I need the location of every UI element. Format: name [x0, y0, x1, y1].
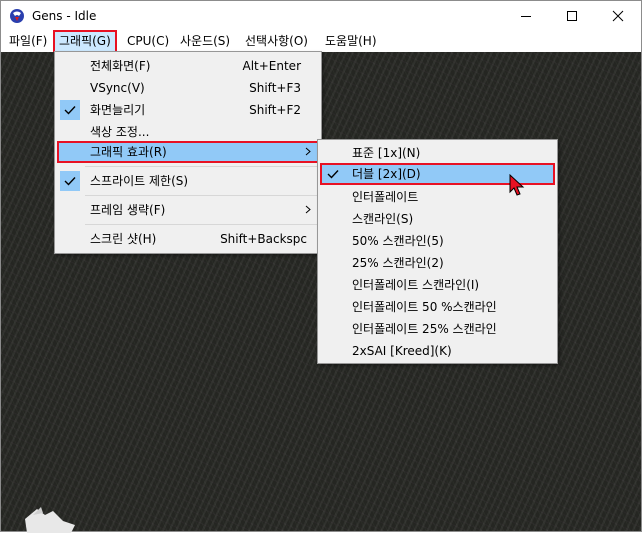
- menu-item-label: 스캔라인(S): [352, 212, 414, 226]
- menu-item-label: 인터폴레이트: [352, 190, 419, 204]
- menu-item-label: 표준 [1x](N): [352, 146, 421, 160]
- menu-item-shortcut: Alt+Enter: [242, 59, 301, 73]
- menu-item-label: 인터폴레이트 50 %스캔라인: [352, 300, 497, 314]
- menu-item-scanline-50[interactable]: 50% 스캔라인(5): [320, 230, 555, 252]
- menu-separator: [85, 166, 317, 167]
- menu-options[interactable]: 선택사항(O): [241, 32, 312, 51]
- menu-graphics[interactable]: 그래픽(G): [53, 30, 117, 53]
- menu-item-label: VSync(V): [90, 81, 145, 95]
- menu-item-label: 스크린 샷(H): [90, 232, 157, 246]
- menu-sound[interactable]: 사운드(S): [176, 32, 234, 51]
- menu-item-2xsai-kreed[interactable]: 2xSAI [Kreed](K): [320, 340, 555, 362]
- menu-item-interpolate-scanline[interactable]: 인터폴레이트 스캔라인(I): [320, 274, 555, 296]
- checkmark-icon: [64, 106, 76, 115]
- maximize-icon: [567, 11, 577, 21]
- menu-item-label: 인터폴레이트 25% 스캔라인: [352, 322, 497, 336]
- menu-item-label: 프레임 생략(F): [90, 203, 166, 217]
- gens-window: Gens - Idle 파일(F) 그래픽(G) CPU(C) 사운드(S) 선…: [0, 0, 642, 533]
- menu-item-label: 50% 스캔라인(5): [352, 234, 444, 248]
- menu-cpu[interactable]: CPU(C): [123, 32, 173, 51]
- menu-item-interpolate-scanline-25[interactable]: 인터폴레이트 25% 스캔라인: [320, 318, 555, 340]
- menu-item-shortcut: Shift+F2: [249, 103, 301, 117]
- title-bar[interactable]: Gens - Idle: [1, 1, 641, 31]
- menu-item-fullscreen[interactable]: 전체화면(F) Alt+Enter: [57, 55, 319, 77]
- graphic-effects-submenu: 표준 [1x](N) 더블 [2x](D) 인터폴레이트 스캔라인(S) 50%…: [317, 139, 558, 364]
- menu-item-label: 인터폴레이트 스캔라인(I): [352, 278, 480, 292]
- menu-item-graphic-effects[interactable]: 그래픽 효과(R): [57, 141, 319, 163]
- menu-help[interactable]: 도움말(H): [321, 32, 381, 51]
- chevron-right-icon: [305, 205, 311, 214]
- checkmark-icon: [64, 177, 76, 186]
- menu-item-label: 스프라이트 제한(S): [90, 174, 189, 188]
- menu-item-label: 2xSAI [Kreed](K): [352, 344, 452, 358]
- gens-app-icon: [10, 9, 24, 23]
- checkmark-icon: [327, 170, 339, 179]
- menu-item-label: 전체화면(F): [90, 59, 151, 73]
- window-title: Gens - Idle: [32, 9, 97, 23]
- menu-item-sprite-limit[interactable]: 스프라이트 제한(S): [57, 170, 319, 192]
- menu-item-scanline-25[interactable]: 25% 스캔라인(2): [320, 252, 555, 274]
- menu-item-frame-skip[interactable]: 프레임 생략(F): [57, 199, 319, 221]
- maximize-button[interactable]: [549, 1, 595, 31]
- screen-sprite-fragment: [25, 507, 75, 533]
- menu-item-label: 화면늘리기: [90, 103, 146, 117]
- menu-item-label: 더블 [2x](D): [352, 167, 421, 181]
- minimize-button[interactable]: [503, 1, 549, 31]
- menu-item-label: 25% 스캔라인(2): [352, 256, 444, 270]
- menu-item-color-adjust[interactable]: 색상 조정...: [57, 121, 319, 143]
- menu-item-scanline[interactable]: 스캔라인(S): [320, 208, 555, 230]
- minimize-icon: [521, 16, 531, 17]
- graphics-menu: 전체화면(F) Alt+Enter VSync(V) Shift+F3 화면늘리…: [54, 51, 322, 254]
- close-button[interactable]: [595, 1, 641, 31]
- chevron-right-icon: [305, 147, 311, 156]
- menu-separator: [85, 195, 317, 196]
- menu-item-screenshot[interactable]: 스크린 샷(H) Shift+Backspc: [57, 228, 319, 250]
- menu-item-interpolate-scanline-50[interactable]: 인터폴레이트 50 %스캔라인: [320, 296, 555, 318]
- mouse-cursor-icon: [509, 174, 525, 196]
- menu-item-label: 색상 조정...: [90, 125, 150, 139]
- menu-item-shortcut: Shift+Backspc: [220, 232, 307, 246]
- close-icon: [612, 10, 624, 22]
- menu-item-label: 그래픽 효과(R): [90, 145, 167, 159]
- menu-item-shortcut: Shift+F3: [249, 81, 301, 95]
- menu-item-stretch[interactable]: 화면늘리기 Shift+F2: [57, 99, 319, 121]
- menu-item-vsync[interactable]: VSync(V) Shift+F3: [57, 77, 319, 99]
- menu-bar: 파일(F) 그래픽(G) CPU(C) 사운드(S) 선택사항(O) 도움말(H…: [1, 30, 641, 53]
- menu-file[interactable]: 파일(F): [5, 32, 51, 51]
- menu-item-normal-1x[interactable]: 표준 [1x](N): [320, 142, 555, 164]
- menu-separator: [85, 224, 317, 225]
